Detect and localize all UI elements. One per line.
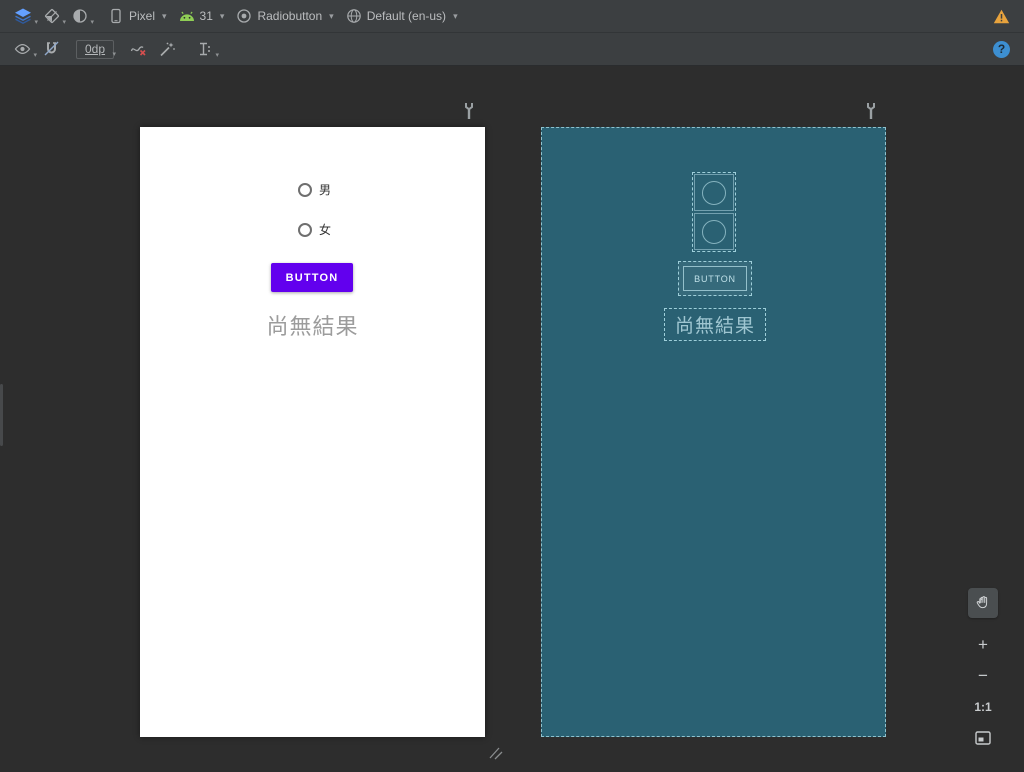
plus-icon: + [978, 635, 988, 654]
api-level-selector[interactable]: 31 ▾ [173, 6, 231, 26]
warnings-errors-button[interactable] [987, 6, 1016, 27]
default-margin-value: 0dp [76, 39, 115, 59]
radiobutton-female[interactable]: 女 [298, 221, 331, 238]
night-mode-icon [72, 8, 88, 24]
left-scrollbar[interactable] [0, 384, 3, 446]
chevron-down-icon: ▾ [219, 10, 225, 21]
infer-constraints-button[interactable] [153, 38, 182, 60]
one-to-one-label: 1:1 [974, 700, 992, 714]
fit-screen-icon [975, 731, 991, 745]
chevron-down-icon: ▾ [453, 10, 458, 21]
api-level-label: 31 [199, 9, 213, 23]
globe-icon [346, 8, 362, 24]
chevron-down-icon: ▾ [215, 52, 220, 59]
blueprint-radiobutton[interactable] [694, 174, 734, 211]
zoom-actual-size-button[interactable]: 1:1 [968, 693, 998, 721]
zoom-to-fit-button[interactable] [968, 724, 998, 752]
theme-icon [236, 8, 252, 24]
radio-label: 男 [319, 183, 332, 197]
chevron-down-icon: ▾ [162, 10, 167, 21]
pack-align-icon [196, 41, 213, 57]
blueprint-view-surface[interactable]: BUTTON 尚無結果 [541, 127, 886, 737]
radiobutton-male[interactable]: 男 [298, 181, 331, 198]
blueprint-button[interactable]: BUTTON [678, 261, 752, 296]
hand-icon [975, 595, 991, 611]
result-text: 尚無結果 [266, 314, 359, 339]
layout-editor-toolbar: ▾ ▾ ▾ Pixel ▾ 31 ▾ Radiobutton ▾ Default… [0, 0, 1024, 33]
android-icon [179, 11, 195, 22]
wrench-icon [864, 102, 878, 120]
chevron-down-icon: ▾ [112, 50, 117, 58]
phone-icon [108, 8, 124, 24]
ui-mode-selector[interactable]: ▾ [66, 5, 94, 27]
minus-icon: − [978, 666, 988, 685]
locale-selector[interactable]: Default (en-us) ▾ [340, 5, 464, 27]
radio-circle-icon [702, 219, 726, 244]
design-view-surface[interactable]: 男 女 BUTTON 尚無結果 [140, 127, 485, 737]
constraint-toolbar: ▾ 0dp ▾ ▾ ? [0, 33, 1024, 66]
radio-circle-icon[interactable] [298, 222, 312, 237]
zoom-controls: + − 1:1 [968, 588, 998, 752]
resize-handle[interactable] [488, 746, 504, 760]
magic-wand-icon [159, 41, 176, 57]
blueprint-radiogroup[interactable] [692, 172, 736, 252]
radio-label: 女 [319, 223, 332, 237]
pan-button[interactable] [968, 588, 998, 618]
design-surface-selector[interactable]: ▾ [8, 5, 38, 27]
help-button[interactable]: ? [987, 38, 1016, 61]
warning-icon [993, 9, 1010, 24]
clear-constraints-icon [130, 41, 147, 57]
chevron-down-icon: ▾ [90, 19, 94, 26]
device-selector-label: Pixel [129, 9, 156, 23]
eye-icon [14, 41, 31, 57]
orientation-selector[interactable]: ▾ [38, 5, 66, 27]
autoconnect-toggle[interactable] [37, 38, 66, 60]
magnet-off-icon [43, 41, 60, 57]
locale-selector-label: Default (en-us) [366, 9, 447, 23]
radio-circle-icon[interactable] [298, 182, 312, 197]
pack-align-selector[interactable]: ▾ [190, 38, 219, 60]
clear-constraints-button[interactable] [124, 38, 153, 60]
zoom-in-button[interactable]: + [968, 631, 998, 659]
theme-selector-label: Radiobutton [257, 9, 323, 23]
zoom-out-button[interactable]: − [968, 662, 998, 690]
blueprint-button-label: BUTTON [683, 266, 747, 291]
chevron-down-icon: ▾ [329, 10, 334, 21]
default-margin-selector[interactable]: 0dp ▾ [74, 39, 117, 59]
design-canvas[interactable]: 男 女 BUTTON 尚無結果 BUTTON 尚無結果 + − 1:1 [0, 66, 1024, 772]
wrench-icon [462, 102, 476, 120]
blueprint-radiobutton[interactable] [694, 213, 734, 250]
radio-circle-icon [702, 180, 726, 205]
help-icon: ? [993, 40, 1010, 58]
device-selector[interactable]: Pixel ▾ [102, 5, 173, 27]
submit-button[interactable]: BUTTON [271, 263, 353, 292]
theme-selector[interactable]: Radiobutton ▾ [230, 5, 339, 27]
view-options-button[interactable]: ▾ [8, 38, 37, 60]
orientation-icon [44, 8, 60, 24]
layers-icon [14, 8, 32, 24]
blueprint-result-text[interactable]: 尚無結果 [664, 308, 766, 341]
